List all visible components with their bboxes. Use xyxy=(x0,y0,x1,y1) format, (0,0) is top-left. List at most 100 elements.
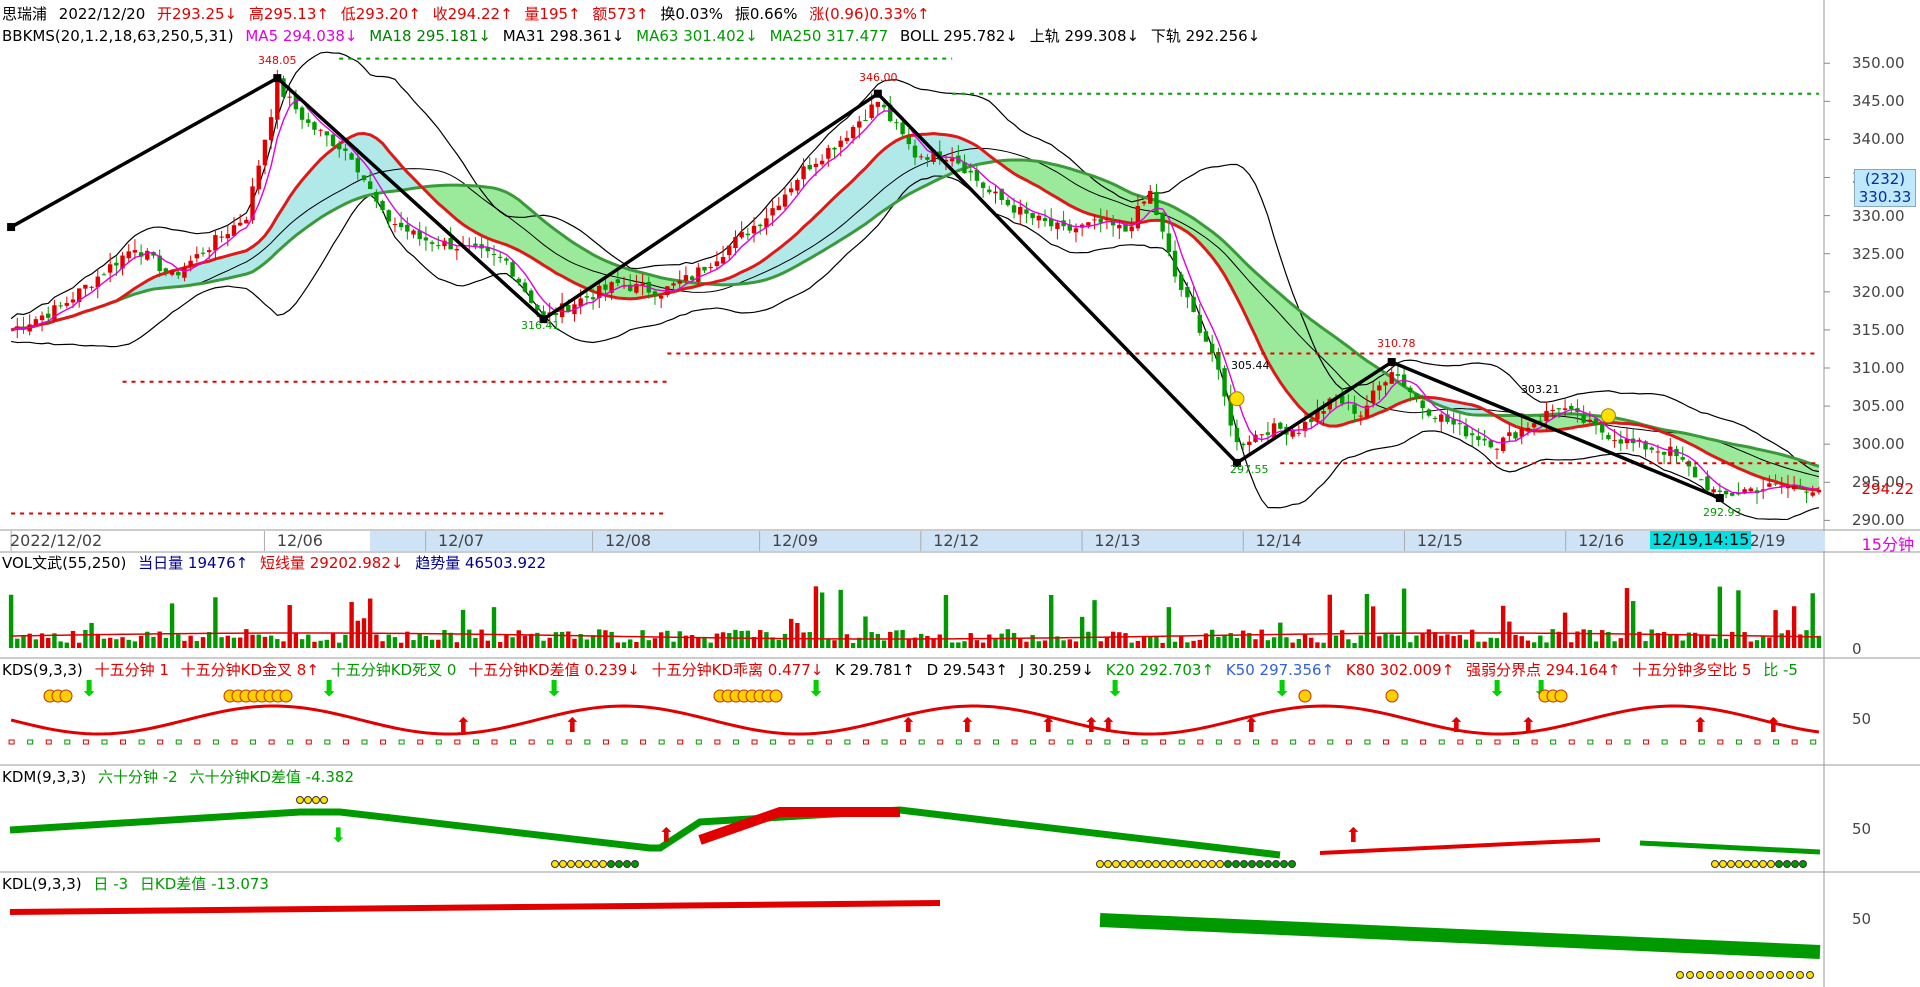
volume-bar xyxy=(107,637,113,648)
volume-bar xyxy=(1500,605,1506,648)
volume-bar xyxy=(8,594,14,648)
candle-body xyxy=(745,233,751,236)
candle-body xyxy=(1773,483,1778,485)
candle-body xyxy=(993,191,998,194)
candle-body xyxy=(1587,419,1593,422)
volume-bar xyxy=(213,597,218,648)
price-tick-label: 320.00 xyxy=(1852,282,1905,301)
candle-body xyxy=(1377,385,1382,391)
kds-legend: KDS(9,3,3) 十五分钟 1 十五分钟KD金叉 8↑ 十五分钟KD死叉 0… xyxy=(2,660,1805,680)
candle-body xyxy=(696,267,701,282)
kdl-signal-dot xyxy=(1746,971,1754,979)
volume-bar xyxy=(597,629,602,648)
volume-bar xyxy=(795,622,800,648)
volume-bar xyxy=(739,631,744,648)
cursor-price-tag: (232) 330.33 xyxy=(1854,169,1916,207)
candle-body xyxy=(733,236,738,248)
volume-bar xyxy=(1779,633,1784,648)
volume-bar xyxy=(1172,641,1178,648)
kdl-signal-dot xyxy=(1766,971,1774,979)
volume-bar xyxy=(1618,638,1623,648)
candle-body xyxy=(1463,425,1469,437)
kds-item-0: 十五分钟 1 xyxy=(94,661,169,679)
volume-bar xyxy=(1426,629,1432,648)
kdl-signal-dot xyxy=(1706,971,1714,979)
candle-body xyxy=(968,170,973,173)
quote-header: 思瑞浦 2022/12/20 开293.25↓ 高295.13↑ 低293.20… xyxy=(2,4,937,24)
candle-body xyxy=(1129,226,1134,232)
candle-body xyxy=(949,158,955,162)
quote-turnover: 换0.03% xyxy=(660,5,724,23)
zigzag-node xyxy=(7,223,16,232)
volume-bar xyxy=(367,598,373,648)
volume-bar xyxy=(1092,600,1097,648)
kdm-signal-dot xyxy=(320,796,328,804)
kds-down-arrow: ⬇ xyxy=(80,677,98,702)
timeframe-selector[interactable]: 15分钟 xyxy=(1862,531,1914,555)
volume-bar xyxy=(343,634,348,648)
kds-item-5: K 29.781↑ xyxy=(835,661,915,679)
time-axis-label: 12/13 xyxy=(1094,531,1141,550)
volume-bar xyxy=(1179,635,1184,648)
candle-body xyxy=(857,121,862,128)
kdm-signal-dot xyxy=(1280,860,1288,868)
volume-bar xyxy=(609,631,614,648)
kds-name: KDS(9,3,3) xyxy=(2,661,83,679)
volume-bar xyxy=(720,632,726,648)
volume-bar xyxy=(1767,637,1772,648)
kdm-signal-dot xyxy=(1783,860,1791,868)
volume-bar xyxy=(188,635,193,648)
smiley-icon xyxy=(1229,391,1245,407)
volume-bar xyxy=(330,633,336,648)
kdm-signal-dot xyxy=(1791,860,1799,868)
kds-smiley-icon xyxy=(1385,689,1399,703)
volume-bar xyxy=(58,641,63,648)
indicator-name: BBKMS(20,1.2,18,63,250,5,31) xyxy=(2,27,234,45)
volume-bar xyxy=(863,616,868,648)
kdm-signal-dot xyxy=(1192,860,1200,868)
volume-bar xyxy=(114,639,119,648)
kds-item-6: D 29.543↑ xyxy=(926,661,1008,679)
volume-bar xyxy=(132,641,138,648)
volume-bar xyxy=(628,639,633,648)
price-tick-label: 290.00 xyxy=(1852,511,1905,530)
volume-bar xyxy=(200,637,206,648)
volume-bar xyxy=(714,633,720,648)
price-tick-label: 300.00 xyxy=(1852,435,1905,454)
volume-bar xyxy=(677,631,682,648)
candle-body xyxy=(1135,206,1141,229)
candle-body xyxy=(671,283,676,286)
volume-bar xyxy=(615,642,621,648)
candle-body xyxy=(1723,490,1729,495)
candle-body xyxy=(1383,382,1388,386)
candle-body xyxy=(1092,219,1097,221)
volume-bar xyxy=(1593,641,1599,648)
quote-open: 开293.25↓ xyxy=(157,5,238,23)
kdl-signal-dot xyxy=(1676,971,1684,979)
volume-bar xyxy=(504,634,509,648)
candle-body xyxy=(1042,218,1048,222)
candle-body xyxy=(1036,215,1042,221)
kds-item-13: 比 -5 xyxy=(1763,661,1798,679)
volume-bar xyxy=(906,639,912,648)
candle-body xyxy=(380,200,385,211)
volume-bar xyxy=(1042,640,1048,648)
volume-bar xyxy=(1699,635,1704,648)
volume-bar xyxy=(1154,635,1159,648)
quote-high: 高295.13↑ xyxy=(248,5,329,23)
kdm-signal-dot xyxy=(1160,860,1168,868)
volume-bar xyxy=(1346,639,1351,648)
volume-bar xyxy=(374,634,379,648)
volume-bar xyxy=(312,641,317,648)
volume-bar xyxy=(1383,632,1388,648)
annotation-trough2: 297.55 xyxy=(1230,463,1269,476)
kdm-signal-dot xyxy=(615,860,623,868)
candle-body xyxy=(1209,343,1215,354)
volume-bar xyxy=(658,632,664,648)
candle-body xyxy=(1649,447,1654,450)
candle-body xyxy=(182,267,187,278)
volume-bar xyxy=(1600,630,1605,648)
kdm-signal-dot xyxy=(1224,860,1232,868)
kdm-signal-dot xyxy=(1751,860,1759,868)
volume-bar xyxy=(1135,640,1141,648)
